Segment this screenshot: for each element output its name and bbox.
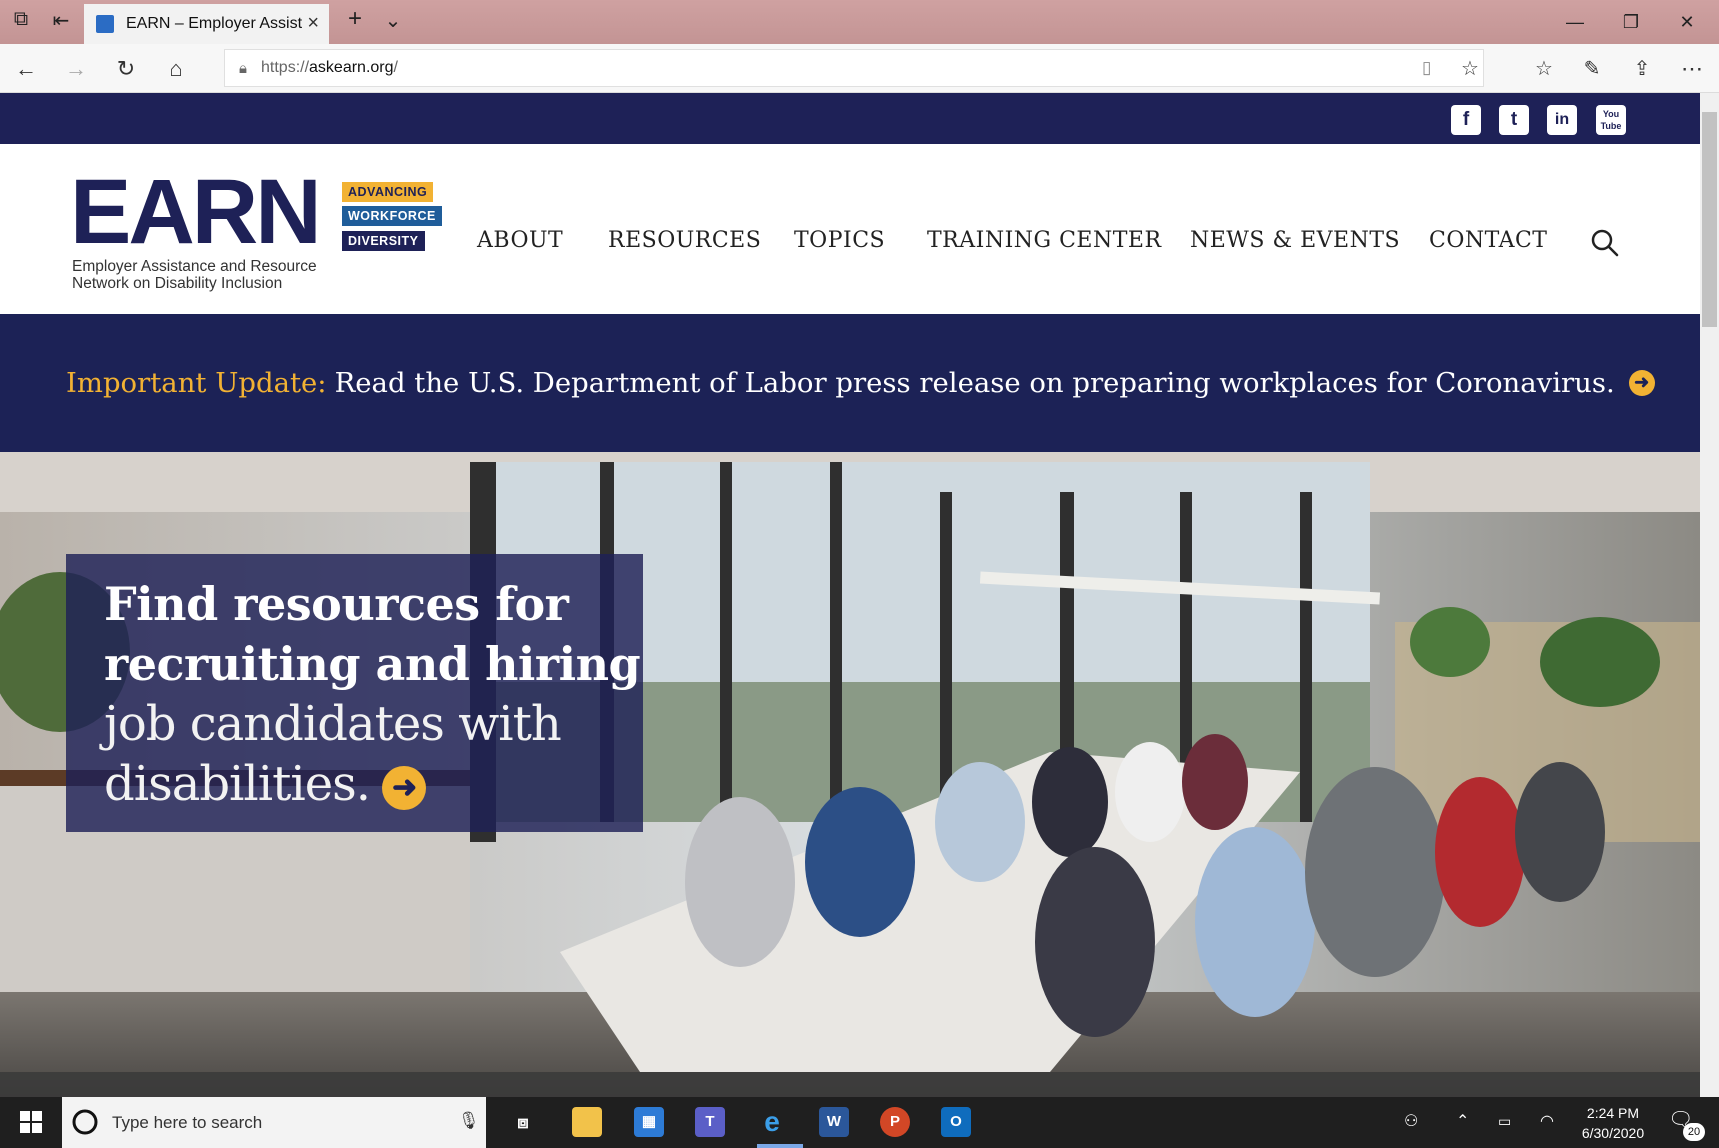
windows-start-icon[interactable] — [20, 1111, 42, 1133]
word-icon[interactable]: W — [819, 1107, 849, 1137]
hero-line-2: recruiting and hiring — [104, 637, 641, 691]
wifi-icon[interactable]: ◠ — [1540, 1111, 1554, 1131]
facebook-icon[interactable]: f — [1451, 105, 1481, 135]
important-update-banner[interactable]: Important Update: Read the U.S. Departme… — [0, 314, 1700, 452]
reading-view-icon[interactable]: ▯ — [1422, 58, 1431, 78]
tab-title: EARN – Employer Assist — [126, 15, 303, 32]
task-view-icon[interactable]: ⧈ — [508, 1107, 538, 1137]
hero-cta-box[interactable]: Find resources for recruiting and hiring… — [66, 554, 643, 832]
alert-label: Important Update: — [66, 367, 327, 399]
site-favicon-icon — [96, 15, 114, 33]
logo-tag-advancing: ADVANCING — [342, 182, 434, 202]
linkedin-icon[interactable]: in — [1547, 105, 1577, 135]
arrow-right-icon[interactable]: ➜ — [1628, 370, 1655, 396]
youtube-icon[interactable]: You Tube — [1596, 105, 1626, 135]
logo-subtitle-line2: Network on Disability Inclusion — [72, 275, 283, 292]
share-icon[interactable]: ⇪ — [1624, 54, 1660, 84]
site-header: EARN ADVANCING WORKFORCE DIVERSITY Emplo… — [0, 144, 1700, 314]
windows-taskbar: Type here to search 🎙︎ ⧈ ▦ T e W P O ⚇ ⌃… — [0, 1097, 1719, 1148]
hero-arrow-right-icon[interactable]: ➜ — [382, 765, 427, 810]
taskbar-date[interactable]: 6/30/2020 — [1568, 1125, 1658, 1141]
new-tab-button[interactable]: + — [340, 5, 370, 33]
show-hidden-icons-chevron-icon[interactable]: ⌃ — [1456, 1111, 1469, 1131]
tab-list-chevron-icon[interactable]: ⌄ — [378, 8, 408, 33]
forward-icon[interactable]: → — [58, 54, 94, 84]
restore-icon[interactable]: ❐ — [1604, 6, 1658, 38]
url-domain: askearn.org — [309, 59, 394, 76]
powerpoint-icon[interactable]: P — [880, 1107, 910, 1137]
nav-about[interactable]: ABOUT — [477, 228, 563, 253]
edge-icon[interactable]: e — [757, 1107, 787, 1137]
home-icon[interactable]: ⌂ — [158, 54, 194, 84]
taskbar-time[interactable]: 2:24 PM — [1568, 1105, 1658, 1121]
scrollbar-thumb[interactable] — [1702, 112, 1717, 327]
alert-text[interactable]: Read the U.S. Department of Labor press … — [335, 367, 1615, 399]
nav-news-events[interactable]: NEWS & EVENTS — [1190, 228, 1400, 253]
nav-training-center[interactable]: TRAINING CENTER — [927, 228, 1162, 253]
more-options-icon[interactable]: ⋯ — [1674, 54, 1710, 84]
search-icon[interactable] — [1590, 228, 1620, 258]
hero-line-4: disabilities. — [104, 756, 371, 812]
logo-wordmark[interactable]: EARN — [70, 166, 322, 258]
nav-resources[interactable]: RESOURCES — [608, 228, 761, 253]
file-explorer-icon[interactable] — [572, 1107, 602, 1137]
hero-banner: Find resources for recruiting and hiring… — [0, 452, 1700, 1097]
hero-line-1: Find resources for — [104, 577, 569, 631]
logo-tag-diversity: DIVERSITY — [342, 231, 425, 251]
battery-icon[interactable]: ▭ — [1498, 1113, 1511, 1130]
logo-tag-workforce: WORKFORCE — [342, 206, 442, 226]
url-suffix: / — [393, 59, 398, 76]
back-icon[interactable]: ← — [8, 54, 44, 84]
lock-icon: 🔒︎ — [239, 59, 247, 77]
tab-actions-icon[interactable]: ⧉ — [6, 8, 36, 31]
favorites-hub-icon[interactable]: ☆ — [1526, 54, 1562, 84]
taskbar-search-placeholder: Type here to search — [112, 1112, 263, 1132]
social-bar: f t in You Tube — [0, 93, 1700, 144]
browser-titlebar: ⧉ ⇤ EARN – Employer Assist × + ⌄ — ❐ ✕ — [0, 0, 1719, 44]
web-note-icon[interactable]: ✎ — [1574, 54, 1610, 84]
hero-line-3: job candidates with — [104, 696, 562, 752]
refresh-icon[interactable]: ↻ — [108, 54, 144, 84]
browser-toolbar: ← → ↻ ⌂ 🔒︎ https://askearn.org / ▯ ☆ ☆ ✎ … — [0, 44, 1719, 93]
set-aside-tabs-icon[interactable]: ⇤ — [46, 8, 76, 33]
outlook-icon[interactable]: O — [941, 1107, 971, 1137]
microphone-icon[interactable]: 🎙︎ — [458, 1111, 480, 1131]
store-icon[interactable]: ▦ — [634, 1107, 664, 1137]
url-prefix: https:// — [261, 59, 310, 76]
taskbar-search-input[interactable]: Type here to search 🎙︎ — [62, 1097, 486, 1148]
logo-subtitle-line1: Employer Assistance and Resource — [72, 258, 317, 275]
people-icon[interactable]: ⚇ — [1404, 1111, 1418, 1131]
twitter-icon[interactable]: t — [1499, 105, 1529, 135]
close-tab-icon[interactable]: × — [307, 12, 319, 35]
favorite-star-icon[interactable]: ☆ — [1461, 56, 1479, 81]
browser-tab[interactable]: EARN – Employer Assist × — [84, 4, 329, 44]
address-bar-input[interactable]: 🔒︎ https://askearn.org / ▯ ☆ — [224, 49, 1484, 87]
close-window-icon[interactable]: ✕ — [1660, 6, 1714, 38]
cortana-circle-icon — [72, 1109, 98, 1135]
teams-icon[interactable]: T — [695, 1107, 725, 1137]
active-app-indicator — [757, 1144, 803, 1148]
nav-topics[interactable]: TOPICS — [794, 228, 885, 253]
minimize-icon[interactable]: — — [1548, 6, 1602, 38]
notification-count-badge: 20 — [1683, 1123, 1705, 1141]
nav-contact[interactable]: CONTACT — [1429, 228, 1547, 253]
